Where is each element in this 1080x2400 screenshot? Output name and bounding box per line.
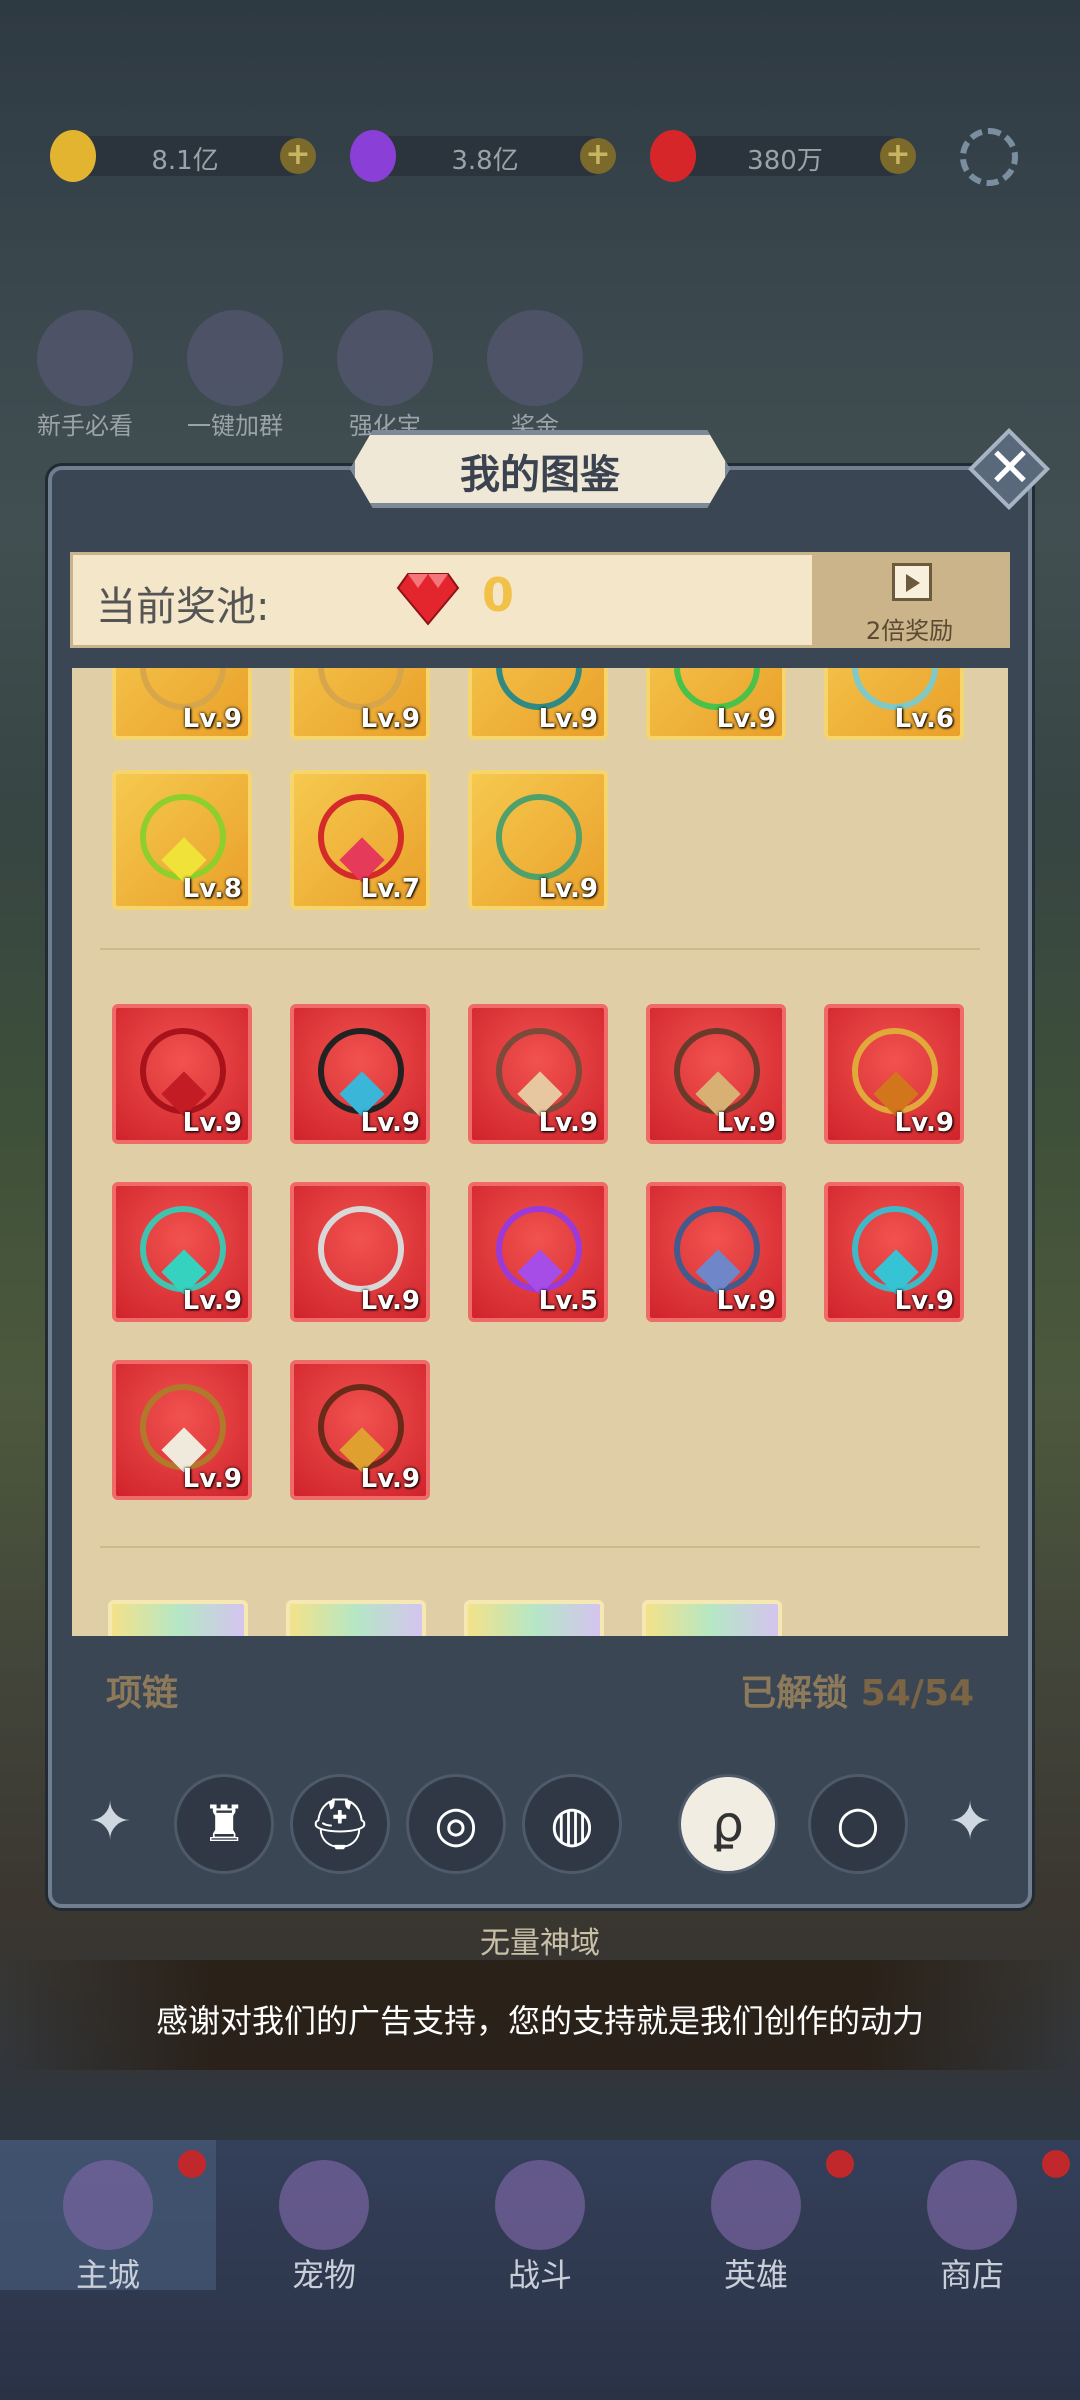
next-arrow-icon[interactable]: ✦ — [940, 1792, 1000, 1852]
notification-dot — [826, 2150, 854, 2178]
unlock-status: 已解锁 54/54 — [740, 1673, 974, 1714]
item-card[interactable] — [464, 1600, 604, 1636]
tab-ring-icon[interactable]: ○ — [808, 1774, 908, 1874]
collection-grid[interactable]: Lv.9 Lv.9 Lv.9 Lv.9 Lv.6 Lv.8 Lv.7 Lv.9 … — [72, 668, 1008, 1636]
item-card[interactable]: Lv.9 — [824, 1004, 964, 1144]
notice-text: 感谢对我们的广告支持，您的支持就是我们创作的动力 — [155, 2002, 924, 2040]
item-card[interactable]: Lv.9 — [112, 1182, 252, 1322]
item-card[interactable]: Lv.9 — [468, 668, 608, 740]
reward-label: 2倍奖励 — [865, 617, 954, 645]
item-card[interactable]: Lv.8 — [112, 770, 252, 910]
item-card[interactable]: Lv.9 — [112, 1360, 252, 1500]
tab-belt-icon[interactable]: ◍ — [522, 1774, 622, 1874]
category-tabs: ✦ ♜ ⛑ ◎ ◍ ϼ ○ ✦ — [70, 1752, 1010, 1892]
notification-dot — [1042, 2150, 1070, 2178]
hero-icon — [711, 2160, 801, 2250]
category-label: 项链 — [106, 1673, 179, 1714]
modal-title: 我的图鉴 — [460, 452, 620, 498]
add-gem-button[interactable]: + — [880, 138, 916, 174]
pool-value: 0 — [482, 568, 515, 622]
tab-bracer-icon[interactable]: ◎ — [406, 1774, 506, 1874]
divider — [100, 1546, 980, 1548]
shortcut-join-group[interactable]: 一键加群 — [180, 310, 290, 441]
prev-arrow-icon[interactable]: ✦ — [80, 1792, 140, 1852]
close-button[interactable]: ✕ — [967, 427, 1051, 511]
gold-currency: 8.1亿 + — [50, 130, 316, 182]
item-card[interactable]: Lv.6 — [824, 668, 964, 740]
item-card[interactable] — [108, 1600, 248, 1636]
item-card[interactable]: Lv.9 — [290, 1004, 430, 1144]
shortcut-guide[interactable]: 新手必看 — [30, 310, 140, 441]
item-card[interactable]: Lv.9 — [112, 668, 252, 740]
item-card[interactable]: Lv.9 — [290, 1182, 430, 1322]
purple-currency: 3.8亿 + — [350, 130, 616, 182]
video-icon — [892, 563, 932, 601]
tab-helmet-icon[interactable]: ⛑ — [290, 1774, 390, 1874]
item-card[interactable]: Lv.5 — [468, 1182, 608, 1322]
add-purple-button[interactable]: + — [580, 138, 616, 174]
shortcut-bonus[interactable]: 奖金 — [480, 310, 590, 441]
item-card[interactable] — [286, 1600, 426, 1636]
item-card[interactable]: Lv.7 — [290, 770, 430, 910]
shortcut-enhance[interactable]: 强化宝 — [330, 310, 440, 441]
pool-label: 当前奖池: — [96, 584, 270, 630]
divider — [100, 948, 980, 950]
gear-icon[interactable] — [960, 128, 1018, 186]
double-reward-button[interactable]: 2倍奖励 — [812, 555, 1007, 645]
item-card[interactable]: Lv.9 — [646, 1182, 786, 1322]
gem-value: 380万 — [747, 146, 823, 176]
purple-value: 3.8亿 — [451, 146, 519, 176]
shop-icon — [927, 2160, 1017, 2250]
nav-pets[interactable]: 宠物 — [216, 2140, 432, 2294]
item-card[interactable]: Lv.9 — [646, 668, 786, 740]
close-icon: ✕ — [987, 436, 1033, 499]
castle-icon — [63, 2160, 153, 2250]
item-card[interactable]: Lv.9 — [468, 1004, 608, 1144]
map-name: 无量神域 — [480, 1926, 600, 1961]
pet-icon — [279, 2160, 369, 2250]
battle-icon — [495, 2160, 585, 2250]
red-gem-icon — [396, 573, 460, 626]
tab-armor-icon[interactable]: ♜ — [174, 1774, 274, 1874]
item-card[interactable] — [642, 1600, 782, 1636]
gem-currency: 380万 + — [650, 130, 916, 182]
gold-value: 8.1亿 — [151, 146, 219, 176]
tab-necklace-icon[interactable]: ϼ — [678, 1774, 778, 1874]
item-card[interactable]: Lv.9 — [468, 770, 608, 910]
add-gold-button[interactable]: + — [280, 138, 316, 174]
notification-dot — [178, 2150, 206, 2178]
bottom-nav: 主城 宠物 战斗 英雄 商店 — [0, 2140, 1080, 2400]
item-card[interactable]: Lv.9 — [290, 668, 430, 740]
item-card[interactable]: Lv.9 — [646, 1004, 786, 1144]
item-card[interactable]: Lv.9 — [824, 1182, 964, 1322]
item-card[interactable]: Lv.9 — [112, 1004, 252, 1144]
item-card[interactable]: Lv.9 — [290, 1360, 430, 1500]
nav-battle[interactable]: 战斗 — [432, 2140, 648, 2294]
